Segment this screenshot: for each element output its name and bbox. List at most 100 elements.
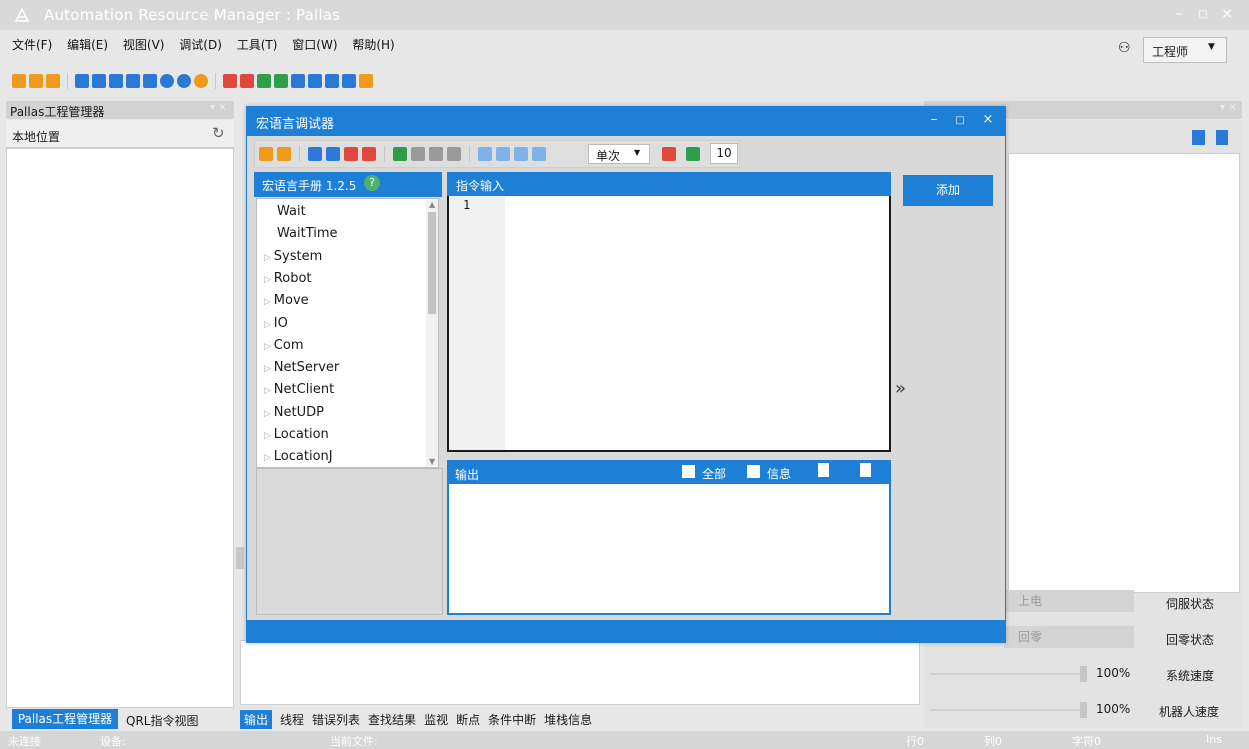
step-out-icon[interactable] — [496, 147, 510, 161]
tab-threads[interactable]: 线程 — [280, 711, 304, 728]
export-file-icon[interactable] — [818, 463, 829, 477]
scroll-down-icon[interactable]: ▼ — [429, 457, 435, 466]
expand-arrow-icon[interactable]: ▷ — [264, 364, 274, 374]
expand-arrow-icon[interactable]: ▷ — [264, 453, 274, 463]
paste-icon[interactable] — [92, 74, 106, 88]
manual-item[interactable]: ▷ NetUDP — [264, 405, 324, 420]
bookmark-icon[interactable] — [291, 74, 305, 88]
filter-info-checkbox[interactable] — [747, 465, 760, 478]
manual-item[interactable]: ▷ NetServer — [264, 360, 339, 375]
outdent-icon[interactable] — [240, 74, 254, 88]
refresh-icon[interactable]: ↻ — [212, 124, 225, 142]
menu-view[interactable]: 视图(V) — [123, 36, 165, 53]
manual-scrollbar-thumb[interactable] — [428, 212, 436, 314]
tab-pallas-project-manager[interactable]: Pallas工程管理器 — [12, 709, 118, 729]
pause-icon[interactable] — [429, 147, 443, 161]
panel-splitter[interactable] — [236, 547, 244, 569]
expand-arrow-icon[interactable]: ▷ — [264, 275, 274, 285]
manual-item[interactable]: ▷ NetClient — [264, 382, 334, 397]
help-icon[interactable]: ? — [364, 175, 380, 191]
tab-conditional-break[interactable]: 条件中断 — [488, 711, 536, 728]
expand-arrow-icon[interactable]: ▷ — [264, 320, 274, 330]
link-icon[interactable] — [194, 74, 208, 88]
next-bookmark-icon[interactable] — [325, 74, 339, 88]
manual-item[interactable]: Wait — [277, 204, 306, 219]
menu-tools[interactable]: 工具(T) — [237, 36, 278, 53]
manual-item[interactable]: ▷ LocationJ — [264, 449, 333, 464]
menu-file[interactable]: 文件(F) — [12, 36, 52, 53]
undo-icon[interactable] — [126, 74, 140, 88]
tab-error-list[interactable]: 错误列表 — [312, 711, 360, 728]
tab-qrl-command-view[interactable]: QRL指令视图 — [126, 712, 198, 729]
forward-icon[interactable] — [177, 74, 191, 88]
save-icon[interactable] — [277, 147, 291, 161]
step-into-icon[interactable] — [478, 147, 492, 161]
expand-icon[interactable]: » — [895, 378, 906, 399]
redo-icon[interactable] — [143, 74, 157, 88]
back-icon[interactable] — [160, 74, 174, 88]
step-over-icon[interactable] — [514, 147, 528, 161]
dialog-minimize-icon[interactable]: – — [924, 112, 944, 127]
expand-arrow-icon[interactable]: ▷ — [264, 431, 274, 441]
power-on-button[interactable]: 上电 — [1004, 590, 1134, 612]
copy-icon[interactable] — [75, 74, 89, 88]
step-run-icon[interactable] — [411, 147, 425, 161]
clear-bookmark-icon[interactable] — [342, 74, 356, 88]
open-folder-icon[interactable] — [259, 147, 273, 161]
save-all-icon[interactable] — [46, 74, 60, 88]
manual-item[interactable]: ▷ Location — [264, 427, 329, 442]
manual-item[interactable]: ▷ Move — [264, 293, 309, 308]
outdent-icon[interactable] — [362, 147, 376, 161]
indent-icon[interactable] — [344, 147, 358, 161]
clear-breakpoint-icon[interactable] — [532, 147, 546, 161]
uncomment-icon[interactable] — [274, 74, 288, 88]
menu-debug[interactable]: 调试(D) — [179, 36, 222, 53]
expand-arrow-icon[interactable]: ▷ — [264, 253, 274, 263]
scroll-up-icon[interactable]: ▲ — [429, 200, 435, 209]
running-man-icon[interactable] — [686, 147, 700, 161]
minimize-icon[interactable]: – — [1168, 6, 1190, 22]
save-icon[interactable] — [29, 74, 43, 88]
tab-breakpoints[interactable]: 断点 — [456, 711, 480, 728]
open-folder-icon[interactable] — [12, 74, 26, 88]
dialog-title-bar[interactable] — [246, 106, 1006, 136]
add-button[interactable]: 添加 — [903, 175, 993, 206]
tab-find-results[interactable]: 查找结果 — [368, 711, 416, 728]
tab-watch[interactable]: 监视 — [424, 711, 448, 728]
home-button[interactable]: 回零 — [1004, 626, 1134, 648]
dialog-close-icon[interactable]: × — [978, 112, 998, 127]
search-icon[interactable] — [359, 74, 373, 88]
expand-arrow-icon[interactable]: ▷ — [264, 297, 274, 307]
project-tree[interactable] — [6, 148, 234, 708]
dialog-maximize-icon[interactable]: □ — [950, 115, 970, 126]
comment-icon[interactable] — [257, 74, 271, 88]
expand-arrow-icon[interactable]: ▷ — [264, 342, 274, 352]
menu-edit[interactable]: 编辑(E) — [67, 36, 108, 53]
stop-icon[interactable] — [447, 147, 461, 161]
expand-arrow-icon[interactable]: ▷ — [264, 409, 274, 419]
manual-item[interactable]: ▷ IO — [264, 316, 288, 331]
repeat-count-input[interactable]: 10 — [710, 143, 738, 164]
tab-output[interactable]: 输出 — [240, 709, 273, 729]
expand-arrow-icon[interactable]: ▷ — [264, 386, 274, 396]
panel-pin-icon[interactable]: ▾ × — [1220, 102, 1237, 113]
maximize-icon[interactable]: □ — [1192, 9, 1214, 20]
prev-bookmark-icon[interactable] — [308, 74, 322, 88]
manual-item[interactable]: ▷ Com — [264, 338, 304, 353]
tab-stack-info[interactable]: 堆栈信息 — [544, 711, 592, 728]
close-icon[interactable]: × — [1216, 6, 1238, 22]
menu-help[interactable]: 帮助(H) — [352, 36, 394, 53]
manual-item[interactable]: ▷ System — [264, 249, 322, 264]
undo-icon[interactable] — [308, 147, 322, 161]
cut-icon[interactable] — [109, 74, 123, 88]
robot-speed-slider[interactable] — [1080, 702, 1087, 718]
system-speed-slider[interactable] — [1080, 666, 1087, 682]
manual-item[interactable]: WaitTime — [277, 226, 338, 241]
filter-all-checkbox[interactable] — [682, 465, 695, 478]
indent-icon[interactable] — [223, 74, 237, 88]
export-file-icon[interactable] — [1192, 130, 1205, 145]
panel-pin-icon[interactable]: ▾ × — [210, 102, 227, 113]
menu-window[interactable]: 窗口(W) — [292, 36, 337, 53]
trash-icon[interactable] — [1216, 130, 1228, 145]
trash-icon[interactable] — [860, 463, 871, 477]
